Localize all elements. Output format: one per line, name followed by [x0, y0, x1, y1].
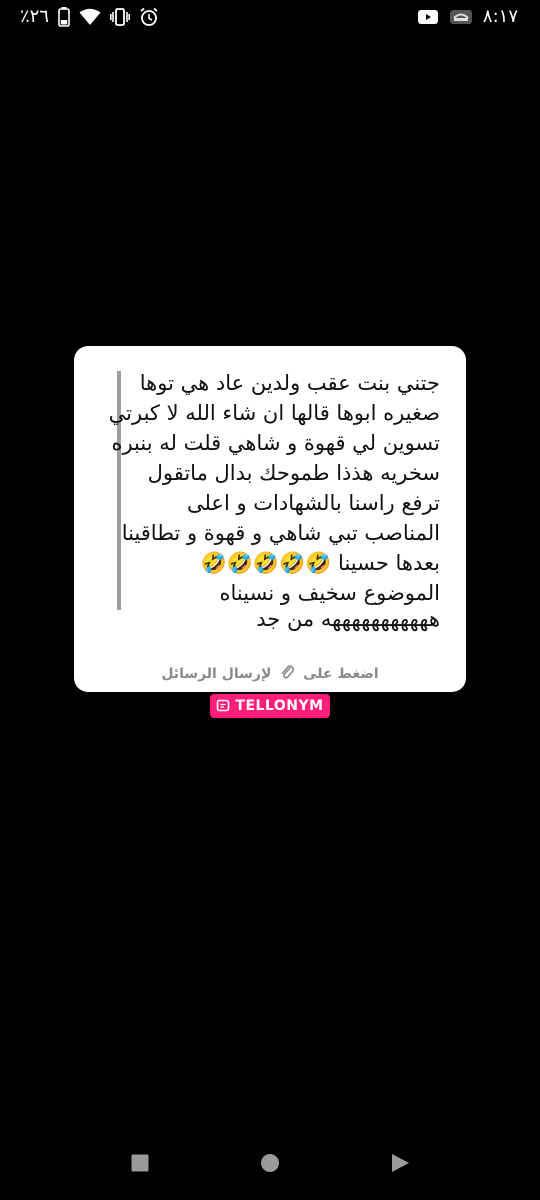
battery-icon — [58, 6, 70, 27]
cast-icon — [417, 8, 439, 26]
paperclip-icon[interactable] — [280, 664, 295, 684]
alarm-icon — [139, 7, 159, 27]
back-button[interactable] — [380, 1145, 420, 1185]
question-text: جتني بنت عقب ولدين عاد هي توها صغيره ابو… — [108, 368, 440, 608]
question-line: الموضوع سخيف و نسيناه — [219, 581, 440, 605]
answer-text: هههههههههههه من جد — [256, 607, 440, 631]
tellonym-badge: TELLONYM — [210, 694, 330, 718]
app-notification-icon — [449, 8, 473, 26]
home-icon — [260, 1153, 280, 1177]
clock: ٨:١٧ — [482, 6, 518, 27]
tellonym-logo-icon — [216, 699, 230, 713]
status-bar: ٪٢٦ ٨:١٧ — [0, 0, 540, 36]
recents-button[interactable] — [120, 1145, 160, 1185]
recents-icon — [131, 1154, 149, 1176]
question-line: بعدها حسينا 🤣🤣🤣🤣🤣 — [200, 551, 440, 575]
question-line: المناصب تبي شاهي و قهوة و تطاقينا — [121, 521, 440, 545]
question-line: تسوين لي قهوة و شاهي قلت له بنبره — [111, 431, 440, 455]
home-button[interactable] — [250, 1145, 290, 1185]
send-hint: اضغط على لإرسال الرسائل — [74, 664, 466, 684]
status-left: ٪٢٦ — [20, 6, 159, 27]
question-line: جتني بنت عقب ولدين عاد هي توها — [139, 371, 440, 395]
question-card[interactable]: جتني بنت عقب ولدين عاد هي توها صغيره ابو… — [74, 346, 466, 692]
battery-percentage: ٪٢٦ — [20, 6, 50, 27]
send-hint-before: اضغط على — [303, 666, 379, 682]
send-hint-after: لإرسال الرسائل — [161, 666, 272, 682]
status-right: ٨:١٧ — [417, 6, 518, 27]
vibrate-icon — [110, 7, 131, 26]
question-line: سخريه هذذا طموحك بدال ماتقول — [147, 461, 440, 485]
back-icon — [390, 1153, 410, 1177]
wifi-icon — [79, 8, 101, 26]
navigation-bar — [0, 1145, 540, 1195]
tellonym-label: TELLONYM — [235, 698, 324, 714]
question-line: ترفع راسنا بالشهادات و اعلى — [186, 491, 440, 515]
question-line: صغيره ابوها قالها ان شاء الله لا كبرتي — [108, 401, 440, 425]
